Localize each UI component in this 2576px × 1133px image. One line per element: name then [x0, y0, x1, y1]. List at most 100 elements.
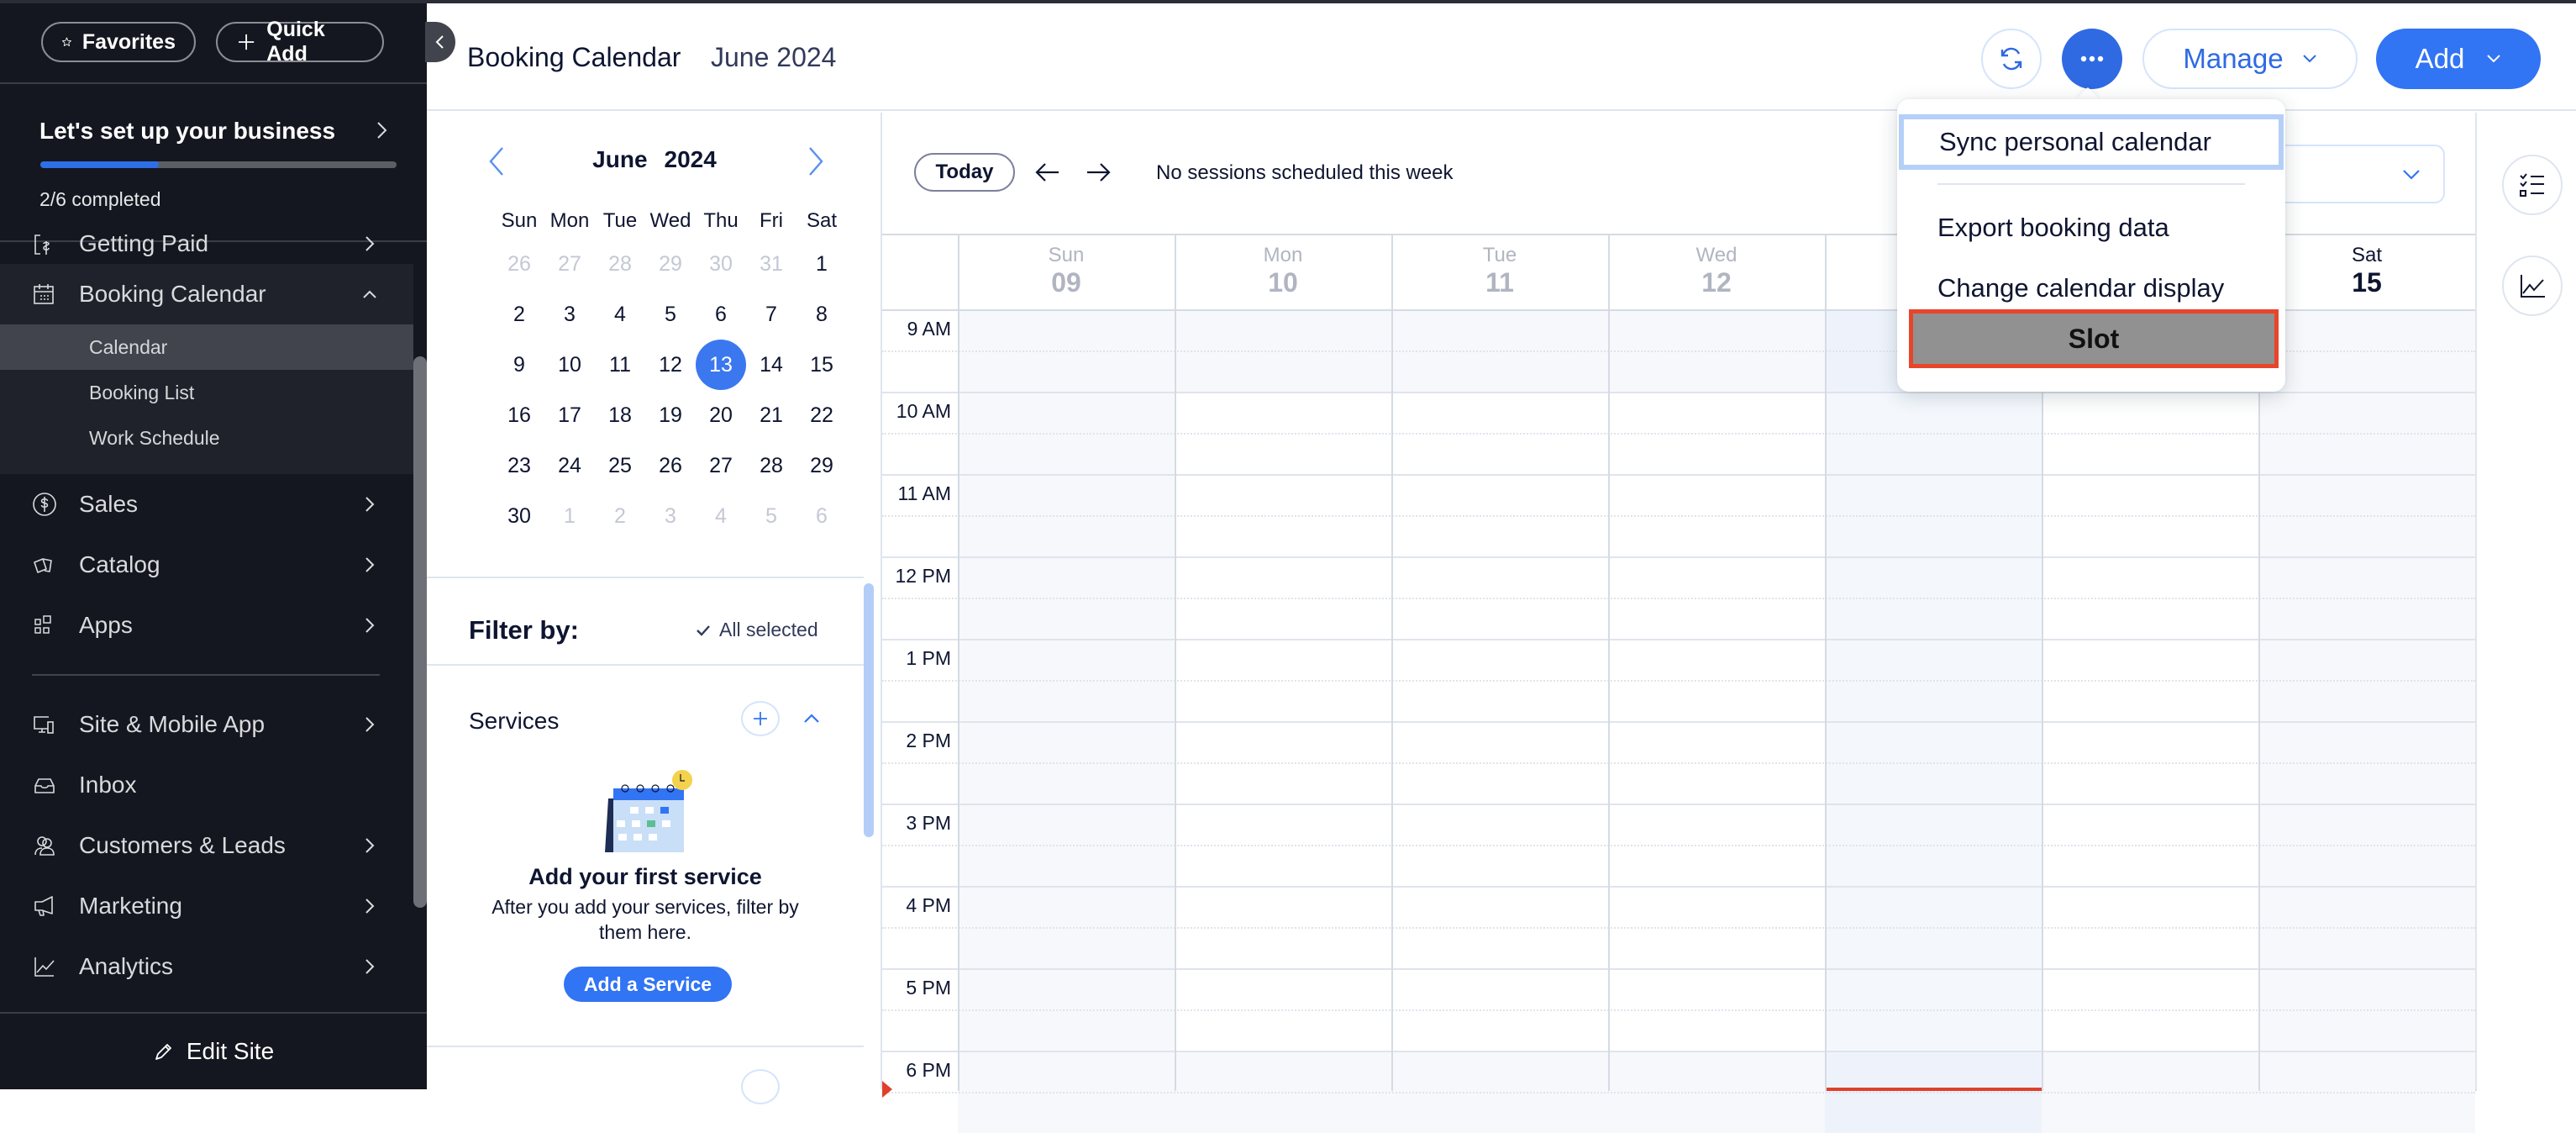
- mini-calendar-day[interactable]: 30: [696, 252, 746, 277]
- mini-calendar-day[interactable]: 17: [544, 403, 595, 428]
- mini-calendar-week: 26 27 28 29 30 31 1: [494, 239, 847, 289]
- sidebar-item-analytics[interactable]: Analytics: [0, 936, 413, 997]
- mini-calendar-header: June 2024: [427, 138, 882, 188]
- mini-calendar-day[interactable]: 29: [796, 454, 847, 478]
- mini-calendar-day[interactable]: 23: [494, 454, 544, 478]
- day-name: Tue: [1482, 244, 1517, 266]
- mini-calendar-day[interactable]: 2: [494, 303, 544, 327]
- day-date: 12: [1701, 267, 1732, 298]
- edit-site-button[interactable]: Edit Site: [0, 1012, 427, 1089]
- mini-calendar-day[interactable]: 3: [645, 504, 696, 529]
- day-number: 5: [665, 302, 676, 326]
- sidebar-item-customers-leads[interactable]: Customers & Leads: [0, 815, 413, 876]
- mini-calendar-day[interactable]: 20: [696, 403, 746, 428]
- menu-item-change-calendar-display[interactable]: Change calendar display: [1897, 262, 2285, 314]
- chevron-up-icon[interactable]: [802, 711, 822, 726]
- mini-calendar-day[interactable]: 26: [494, 252, 544, 277]
- mini-calendar-week: 30 1 2 3 4 5 6: [494, 491, 847, 541]
- sidebar-subitem-booking-list[interactable]: Booking List: [0, 370, 413, 415]
- mini-calendar-day[interactable]: 1: [796, 252, 847, 277]
- sidebar-subitem-calendar[interactable]: Calendar: [0, 324, 413, 370]
- filter-panel-scrollbar[interactable]: [864, 583, 874, 837]
- mini-calendar-day[interactable]: 11: [595, 353, 645, 377]
- mini-calendar-day[interactable]: 8: [796, 303, 847, 327]
- mini-calendar-day[interactable]: 1: [544, 504, 595, 529]
- mini-calendar-day[interactable]: 28: [746, 454, 796, 478]
- day-date: 10: [1268, 267, 1298, 298]
- add-service-icon-button[interactable]: [741, 701, 780, 736]
- week-status-text: No sessions scheduled this week: [1156, 161, 1454, 184]
- mini-calendar-day[interactable]: 18: [595, 403, 645, 428]
- mini-calendar-day[interactable]: 5: [645, 303, 696, 327]
- mini-calendar-day[interactable]: 22: [796, 403, 847, 428]
- mini-calendar-day[interactable]: 24: [544, 454, 595, 478]
- menu-item-slot[interactable]: Slot: [1909, 309, 2279, 368]
- menu-divider: [1937, 183, 2245, 185]
- menu-item-export-booking-data[interactable]: Export booking data: [1897, 202, 2285, 254]
- sidebar-scrollbar[interactable]: [413, 356, 427, 908]
- mini-calendar-day[interactable]: 7: [746, 303, 796, 327]
- edit-site-label: Edit Site: [186, 1038, 275, 1064]
- next-week-arrow-icon[interactable]: [1084, 160, 1112, 185]
- sidebar-item-site-mobile-app[interactable]: Site & Mobile App: [0, 694, 413, 755]
- add-dropdown-button[interactable]: Add: [2376, 29, 2541, 89]
- mini-calendar-day[interactable]: 29: [645, 252, 696, 277]
- mini-calendar-day[interactable]: 2: [595, 504, 645, 529]
- mini-calendar-day[interactable]: 3: [544, 303, 595, 327]
- mini-calendar-day[interactable]: 15: [796, 353, 847, 377]
- day-number: 29: [810, 453, 833, 477]
- mini-calendar-day[interactable]: 27: [544, 252, 595, 277]
- mini-calendar-day[interactable]: 19: [645, 403, 696, 428]
- day-number: 2: [614, 503, 626, 528]
- mini-calendar-day[interactable]: 9: [494, 353, 544, 377]
- day-number: 4: [614, 302, 626, 326]
- mini-calendar-day[interactable]: 31: [746, 252, 796, 277]
- sidebar-item-sales[interactable]: Sales: [0, 474, 413, 535]
- add-a-service-button[interactable]: Add a Service: [564, 967, 732, 1002]
- mini-calendar-day[interactable]: 16: [494, 403, 544, 428]
- manage-dropdown-button[interactable]: Manage: [2142, 29, 2358, 89]
- mini-calendar-day[interactable]: 30: [494, 504, 544, 529]
- setup-business-card[interactable]: Let's set up your business 2/6 completed: [0, 86, 427, 242]
- day-name: Sun: [1048, 244, 1085, 266]
- mini-calendar-day[interactable]: 4: [696, 504, 746, 529]
- hour-gridline: [882, 392, 2475, 393]
- sync-button[interactable]: [1981, 29, 2042, 89]
- sidebar-subitem-work-schedule[interactable]: Work Schedule: [0, 415, 413, 461]
- half-hour-gridline: [882, 598, 2475, 599]
- mini-calendar-day[interactable]: 6: [796, 504, 847, 529]
- setup-progress-text: 2/6 completed: [39, 188, 161, 210]
- mini-calendar-day[interactable]: 27: [696, 454, 746, 478]
- favorites-button[interactable]: Favorites: [41, 22, 196, 62]
- day-number: 7: [765, 302, 777, 326]
- analytics-button[interactable]: [2502, 256, 2563, 316]
- more-actions-button[interactable]: [2062, 29, 2122, 89]
- previous-week-arrow-icon[interactable]: [1033, 160, 1062, 185]
- mini-calendar-day[interactable]: 25: [595, 454, 645, 478]
- add-filter-icon-button[interactable]: [741, 1069, 780, 1104]
- mini-calendar-day[interactable]: 28: [595, 252, 645, 277]
- mini-calendar-day[interactable]: 21: [746, 403, 796, 428]
- menu-item-sync-personal-calendar[interactable]: Sync personal calendar: [1899, 114, 2284, 170]
- sidebar-item-apps[interactable]: Apps: [0, 595, 413, 656]
- sidebar-item-inbox[interactable]: Inbox: [0, 755, 413, 815]
- day-name: Mon: [1263, 244, 1303, 266]
- mini-calendar-day[interactable]: 12: [645, 353, 696, 377]
- mini-calendar-day[interactable]: 4: [595, 303, 645, 327]
- sidebar-item-getting-paid[interactable]: Getting Paid: [0, 230, 413, 264]
- next-month-button[interactable]: [803, 145, 828, 178]
- mini-calendar-day[interactable]: 6: [696, 303, 746, 327]
- mini-calendar-day-selected[interactable]: 13: [696, 340, 746, 390]
- day-number: 22: [810, 403, 833, 427]
- sidebar-item-booking-calendar[interactable]: Booking Calendar: [0, 264, 413, 324]
- quick-add-button[interactable]: Quick Add: [216, 18, 384, 66]
- checklist-button[interactable]: [2502, 155, 2563, 215]
- today-button[interactable]: Today: [914, 153, 1015, 192]
- mini-calendar-day[interactable]: 14: [746, 353, 796, 377]
- sidebar-item-marketing[interactable]: Marketing: [0, 876, 413, 936]
- mini-calendar-day[interactable]: 10: [544, 353, 595, 377]
- sidebar-item-catalog[interactable]: Catalog: [0, 535, 413, 595]
- mini-calendar-day[interactable]: 5: [746, 504, 796, 529]
- all-selected-toggle[interactable]: All selected: [696, 619, 818, 641]
- mini-calendar-day[interactable]: 26: [645, 454, 696, 478]
